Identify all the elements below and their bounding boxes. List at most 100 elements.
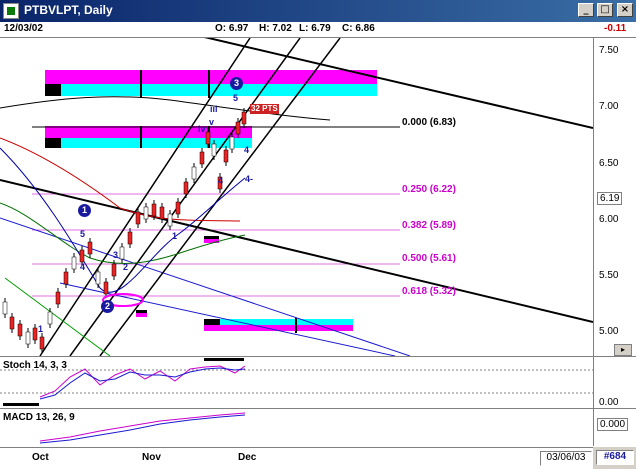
time-label-oct: Oct (32, 452, 49, 463)
candle-body (143, 206, 149, 220)
candle-body (205, 131, 211, 145)
price-tick: 5.00 (599, 326, 619, 337)
candle-body (223, 149, 229, 163)
ohlc-info-bar: 12/03/02 O: 6.97 H: 7.02 L: 6.79 C: 6.86… (0, 22, 636, 38)
candle-body (235, 121, 241, 135)
stoch-panel[interactable]: Stoch 14, 3, 3 (0, 357, 593, 409)
fib-label-618: 0.618 (5.32) (402, 286, 456, 297)
candle-body (111, 263, 117, 277)
price-axis[interactable]: 7.50 7.00 6.50 6.19 6.00 5.50 5.00 ▸ (593, 38, 636, 357)
macd-svg (39, 412, 246, 444)
wave-label-v: v (209, 117, 215, 127)
wave-label-iii: iii (210, 104, 218, 114)
magenta-zone-upper (45, 70, 377, 84)
stoch-tick: 0.00 (599, 397, 619, 408)
wave-label-4: 4 (80, 262, 86, 272)
time-axis[interactable]: Oct Nov Dec 03/06/03 (0, 447, 593, 469)
candle-body (229, 136, 235, 150)
cyan-zone-lower (204, 319, 353, 325)
price-chart-panel[interactable]: 0.000 (6.83) 0.250 (6.22) 0.382 (5.89) 0… (0, 35, 594, 357)
wave-label-2: 2 (123, 262, 129, 272)
wave-label-3: 3 (113, 250, 119, 260)
bar-number: #684 (596, 450, 634, 465)
price-tick: 6.00 (599, 214, 619, 225)
close-button[interactable]: × (617, 3, 633, 17)
wave-label-5: 5 (80, 229, 86, 239)
candle-body (25, 331, 31, 345)
candle-body (241, 111, 247, 125)
time-label-dec: Dec (238, 452, 257, 463)
candle-body (135, 211, 141, 225)
candle-body (32, 327, 38, 341)
candle-body (191, 166, 197, 180)
candle-body (9, 316, 15, 330)
time-axis-bar: Oct Nov Dec 03/06/03 #684 (0, 446, 636, 469)
macd-tick: 0.000 (597, 418, 629, 431)
end-date-field[interactable]: 03/06/03 (540, 451, 592, 466)
minimize-button[interactable]: _ (578, 3, 594, 17)
stoch-svg (0, 358, 593, 406)
candle-body (63, 271, 69, 285)
candle-body (55, 291, 61, 305)
magenta-zone-lower (204, 325, 353, 331)
candle-body (71, 256, 77, 270)
candle-body (175, 201, 181, 215)
wave-label-4b: 4 (218, 176, 224, 186)
wave-label-4d: 4 (244, 145, 250, 155)
candle-body (95, 271, 101, 285)
price-tick: 7.00 (599, 101, 619, 112)
candle-body (151, 203, 157, 217)
info-low: L: 6.79 (299, 23, 331, 34)
candle-body (119, 246, 125, 260)
info-date: 12/03/02 (4, 23, 43, 34)
time-label-nov: Nov (142, 452, 161, 463)
info-close: C: 6.86 (342, 23, 375, 34)
candle-body (199, 151, 205, 165)
candle-body (17, 323, 23, 337)
marker-2: 2 (101, 300, 114, 313)
fib-label-0: 0.000 (6.83) (402, 117, 456, 128)
candle-body (159, 206, 165, 220)
price-tag: 32 PTS (250, 104, 279, 114)
price-tick: 5.50 (599, 270, 619, 281)
current-price-box: 6.19 (597, 192, 623, 205)
price-tick: 6.50 (599, 158, 619, 169)
marker-1: 1 (78, 204, 91, 217)
zone-marker-upper (45, 84, 61, 96)
price-chart-svg (0, 35, 594, 357)
candle-body (167, 213, 173, 227)
title-bar[interactable]: PTBVLPT, Daily _ □ × (0, 0, 636, 22)
wave-label-4c: 4- (245, 174, 254, 184)
info-high: H: 7.02 (259, 23, 292, 34)
price-tick: 7.50 (599, 45, 619, 56)
candle-body (103, 281, 109, 295)
cyan-zone-upper (45, 84, 377, 96)
wave-label-1b: 1 (172, 231, 178, 241)
axis-scroll-button[interactable]: ▸ (614, 344, 632, 356)
candle-body (87, 241, 93, 255)
candle-body (2, 301, 8, 315)
fib-label-250: 0.250 (6.22) (402, 184, 456, 195)
wave-label-iv: iv (198, 124, 206, 134)
candle-body (47, 311, 53, 325)
candle-body (183, 181, 189, 195)
candle-body (79, 249, 85, 263)
candle-body (127, 231, 133, 245)
window-title: PTBVLPT, Daily (24, 3, 113, 17)
candle-body (39, 336, 45, 350)
fib-label-382: 0.382 (5.89) (402, 220, 456, 231)
wave-label-5b: 5 (233, 93, 239, 103)
info-open: O: 6.97 (215, 23, 249, 34)
macd-axis: 0.000 (593, 409, 636, 446)
info-change: -0.11 (604, 23, 627, 34)
chart-app-icon[interactable] (3, 3, 19, 19)
stoch-axis: 0.00 (593, 357, 636, 409)
marker-3: 3 (230, 77, 243, 90)
wave-label-1: 1 (38, 324, 44, 334)
maximize-button[interactable]: □ (597, 3, 613, 17)
fib-label-500: 0.500 (5.61) (402, 253, 456, 264)
zone-marker-mid (45, 138, 61, 148)
candle-body (211, 143, 217, 157)
magenta-zone-mid (45, 126, 252, 138)
macd-panel[interactable]: MACD 13, 26, 9 (0, 409, 593, 446)
